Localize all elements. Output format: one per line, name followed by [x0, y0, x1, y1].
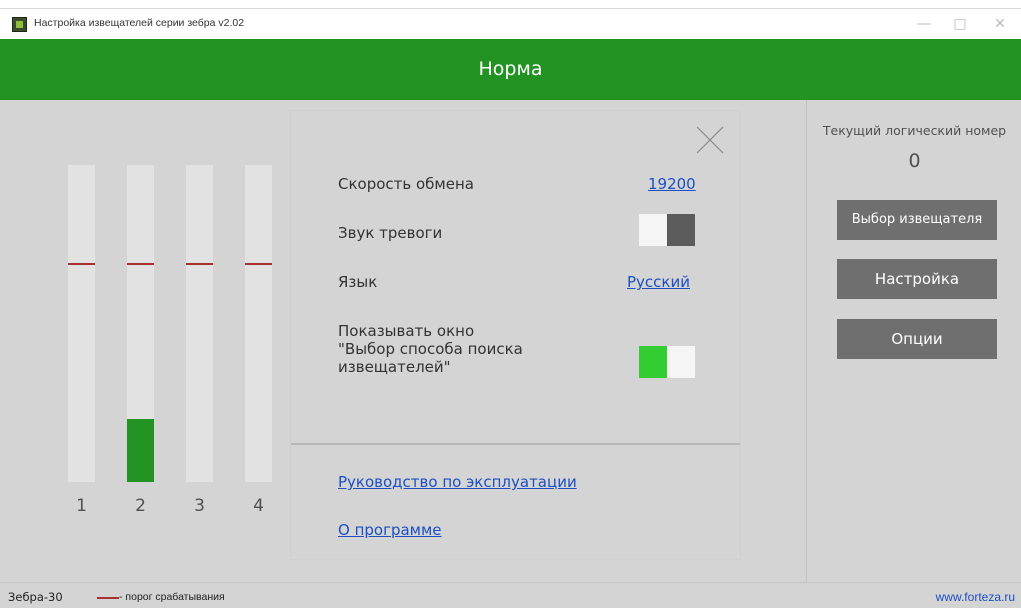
- toggle-left-half: [639, 346, 667, 378]
- manual-link[interactable]: Руководство по эксплуатации: [338, 473, 577, 491]
- logical-number-label: Текущий логический номер: [822, 123, 1007, 138]
- toggle-right-half: [667, 214, 695, 246]
- options-dialog: Скорость обмена 19200 Звук тревоги Язык …: [291, 111, 740, 559]
- language-label: Язык: [338, 273, 378, 291]
- status-footer: Зебра-30 - порог срабатывания www.fortez…: [0, 582, 1021, 608]
- baud-rate-label: Скорость обмена: [338, 175, 474, 193]
- show-search-window-label-line1: Показывать окно: [338, 322, 475, 340]
- select-detector-button[interactable]: Выбор извещателя: [837, 200, 997, 240]
- close-window-icon[interactable]: ✕: [987, 14, 1013, 34]
- meter-label-4: 4: [253, 496, 264, 516]
- threshold-legend-swatch: [97, 597, 119, 599]
- meter-bar-4: [245, 165, 272, 482]
- device-name: Зебра-30: [8, 590, 63, 604]
- window-title: Настройка извещателей серии зебра v2.02: [34, 17, 245, 29]
- meter-bar-1: [68, 165, 95, 482]
- maximize-icon[interactable]: □: [947, 14, 973, 34]
- toggle-left-half: [639, 214, 667, 246]
- threshold-line: [68, 263, 95, 265]
- options-dialog-settings: Скорость обмена 19200 Звук тревоги Язык …: [291, 111, 740, 444]
- meter-bar-2: [127, 165, 154, 482]
- options-button[interactable]: Опции: [837, 319, 997, 359]
- alarm-sound-label: Звук тревоги: [338, 224, 443, 242]
- alarm-sound-toggle[interactable]: [639, 214, 695, 246]
- status-banner: Норма: [0, 39, 1021, 100]
- show-search-window-toggle[interactable]: [639, 346, 695, 378]
- title-bar: Настройка извещателей серии зебра v2.02 …: [0, 8, 1021, 38]
- threshold-line: [127, 263, 154, 265]
- language-link[interactable]: Русский: [627, 273, 690, 291]
- about-link[interactable]: О программе: [338, 521, 442, 539]
- right-panel: Текущий логический номер 0 Выбор извещат…: [806, 100, 1021, 582]
- app-window: Настройка извещателей серии зебра v2.02 …: [0, 0, 1021, 608]
- dialog-divider: [291, 443, 740, 445]
- meter-bar-3: [186, 165, 213, 482]
- show-search-window-label-line3: извещателей": [338, 358, 451, 376]
- close-icon[interactable]: [695, 125, 725, 155]
- threshold-line: [186, 263, 213, 265]
- meter-label-2: 2: [135, 496, 146, 516]
- meter-fill: [127, 419, 154, 482]
- minimize-icon[interactable]: —: [911, 14, 937, 34]
- threshold-line: [245, 263, 272, 265]
- meter-label-1: 1: [76, 496, 87, 516]
- threshold-legend-text: - порог срабатывания: [119, 591, 225, 603]
- settings-button[interactable]: Настройка: [837, 259, 997, 299]
- toggle-right-half: [667, 346, 695, 378]
- website-link[interactable]: www.forteza.ru: [936, 590, 1015, 604]
- show-search-window-label-line2: "Выбор способа поиска: [338, 340, 523, 358]
- baud-rate-link[interactable]: 19200: [648, 175, 696, 193]
- app-icon: [12, 17, 27, 32]
- meter-label-3: 3: [194, 496, 205, 516]
- logical-number-value: 0: [908, 150, 921, 172]
